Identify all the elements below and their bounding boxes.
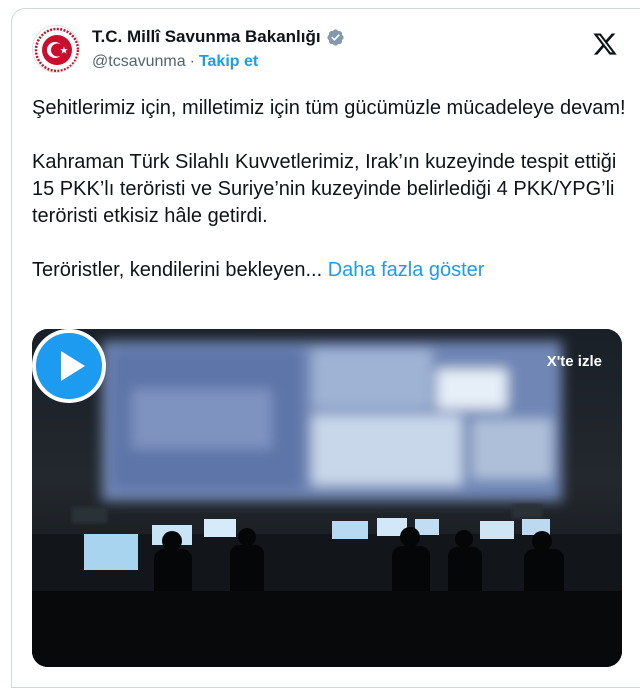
tweet-card: T.C. Millî Savunma Bakanlığı @tcsavunma … bbox=[11, 8, 640, 688]
play-icon[interactable] bbox=[32, 329, 106, 403]
tweet-text: Şehitlerimiz için, milletimiz için tüm g… bbox=[32, 95, 627, 284]
x-logo-icon[interactable] bbox=[592, 31, 618, 57]
video-thumbnail bbox=[32, 329, 622, 667]
account-name-row: T.C. Millî Savunma Bakanlığı bbox=[92, 27, 345, 47]
tweet-paragraph-3: Teröristler, kendilerini bekleyen... Dah… bbox=[32, 257, 627, 284]
show-more-link[interactable]: Daha fazla göster bbox=[328, 259, 485, 281]
follow-button[interactable]: Takip et bbox=[199, 53, 258, 71]
tweet-paragraph-1: Şehitlerimiz için, milletimiz için tüm g… bbox=[32, 97, 626, 119]
avatar[interactable] bbox=[32, 25, 80, 73]
separator-dot: · bbox=[189, 53, 195, 70]
tweet-truncated-text: Teröristler, kendilerini bekleyen... bbox=[32, 259, 323, 281]
account-handle[interactable]: @tcsavunma bbox=[92, 53, 186, 71]
watch-on-x-link[interactable]: X'te izle bbox=[547, 353, 602, 370]
verified-badge-icon bbox=[327, 28, 344, 46]
handle-row: @tcsavunma · Takip et bbox=[92, 53, 258, 71]
display-name[interactable]: T.C. Millî Savunma Bakanlığı bbox=[92, 27, 321, 47]
ministry-emblem-icon bbox=[34, 27, 79, 72]
tweet-paragraph-2: Kahraman Türk Silahlı Kuvvetlerimiz, Ira… bbox=[32, 151, 617, 227]
video-player[interactable]: X'te izle bbox=[32, 329, 622, 667]
